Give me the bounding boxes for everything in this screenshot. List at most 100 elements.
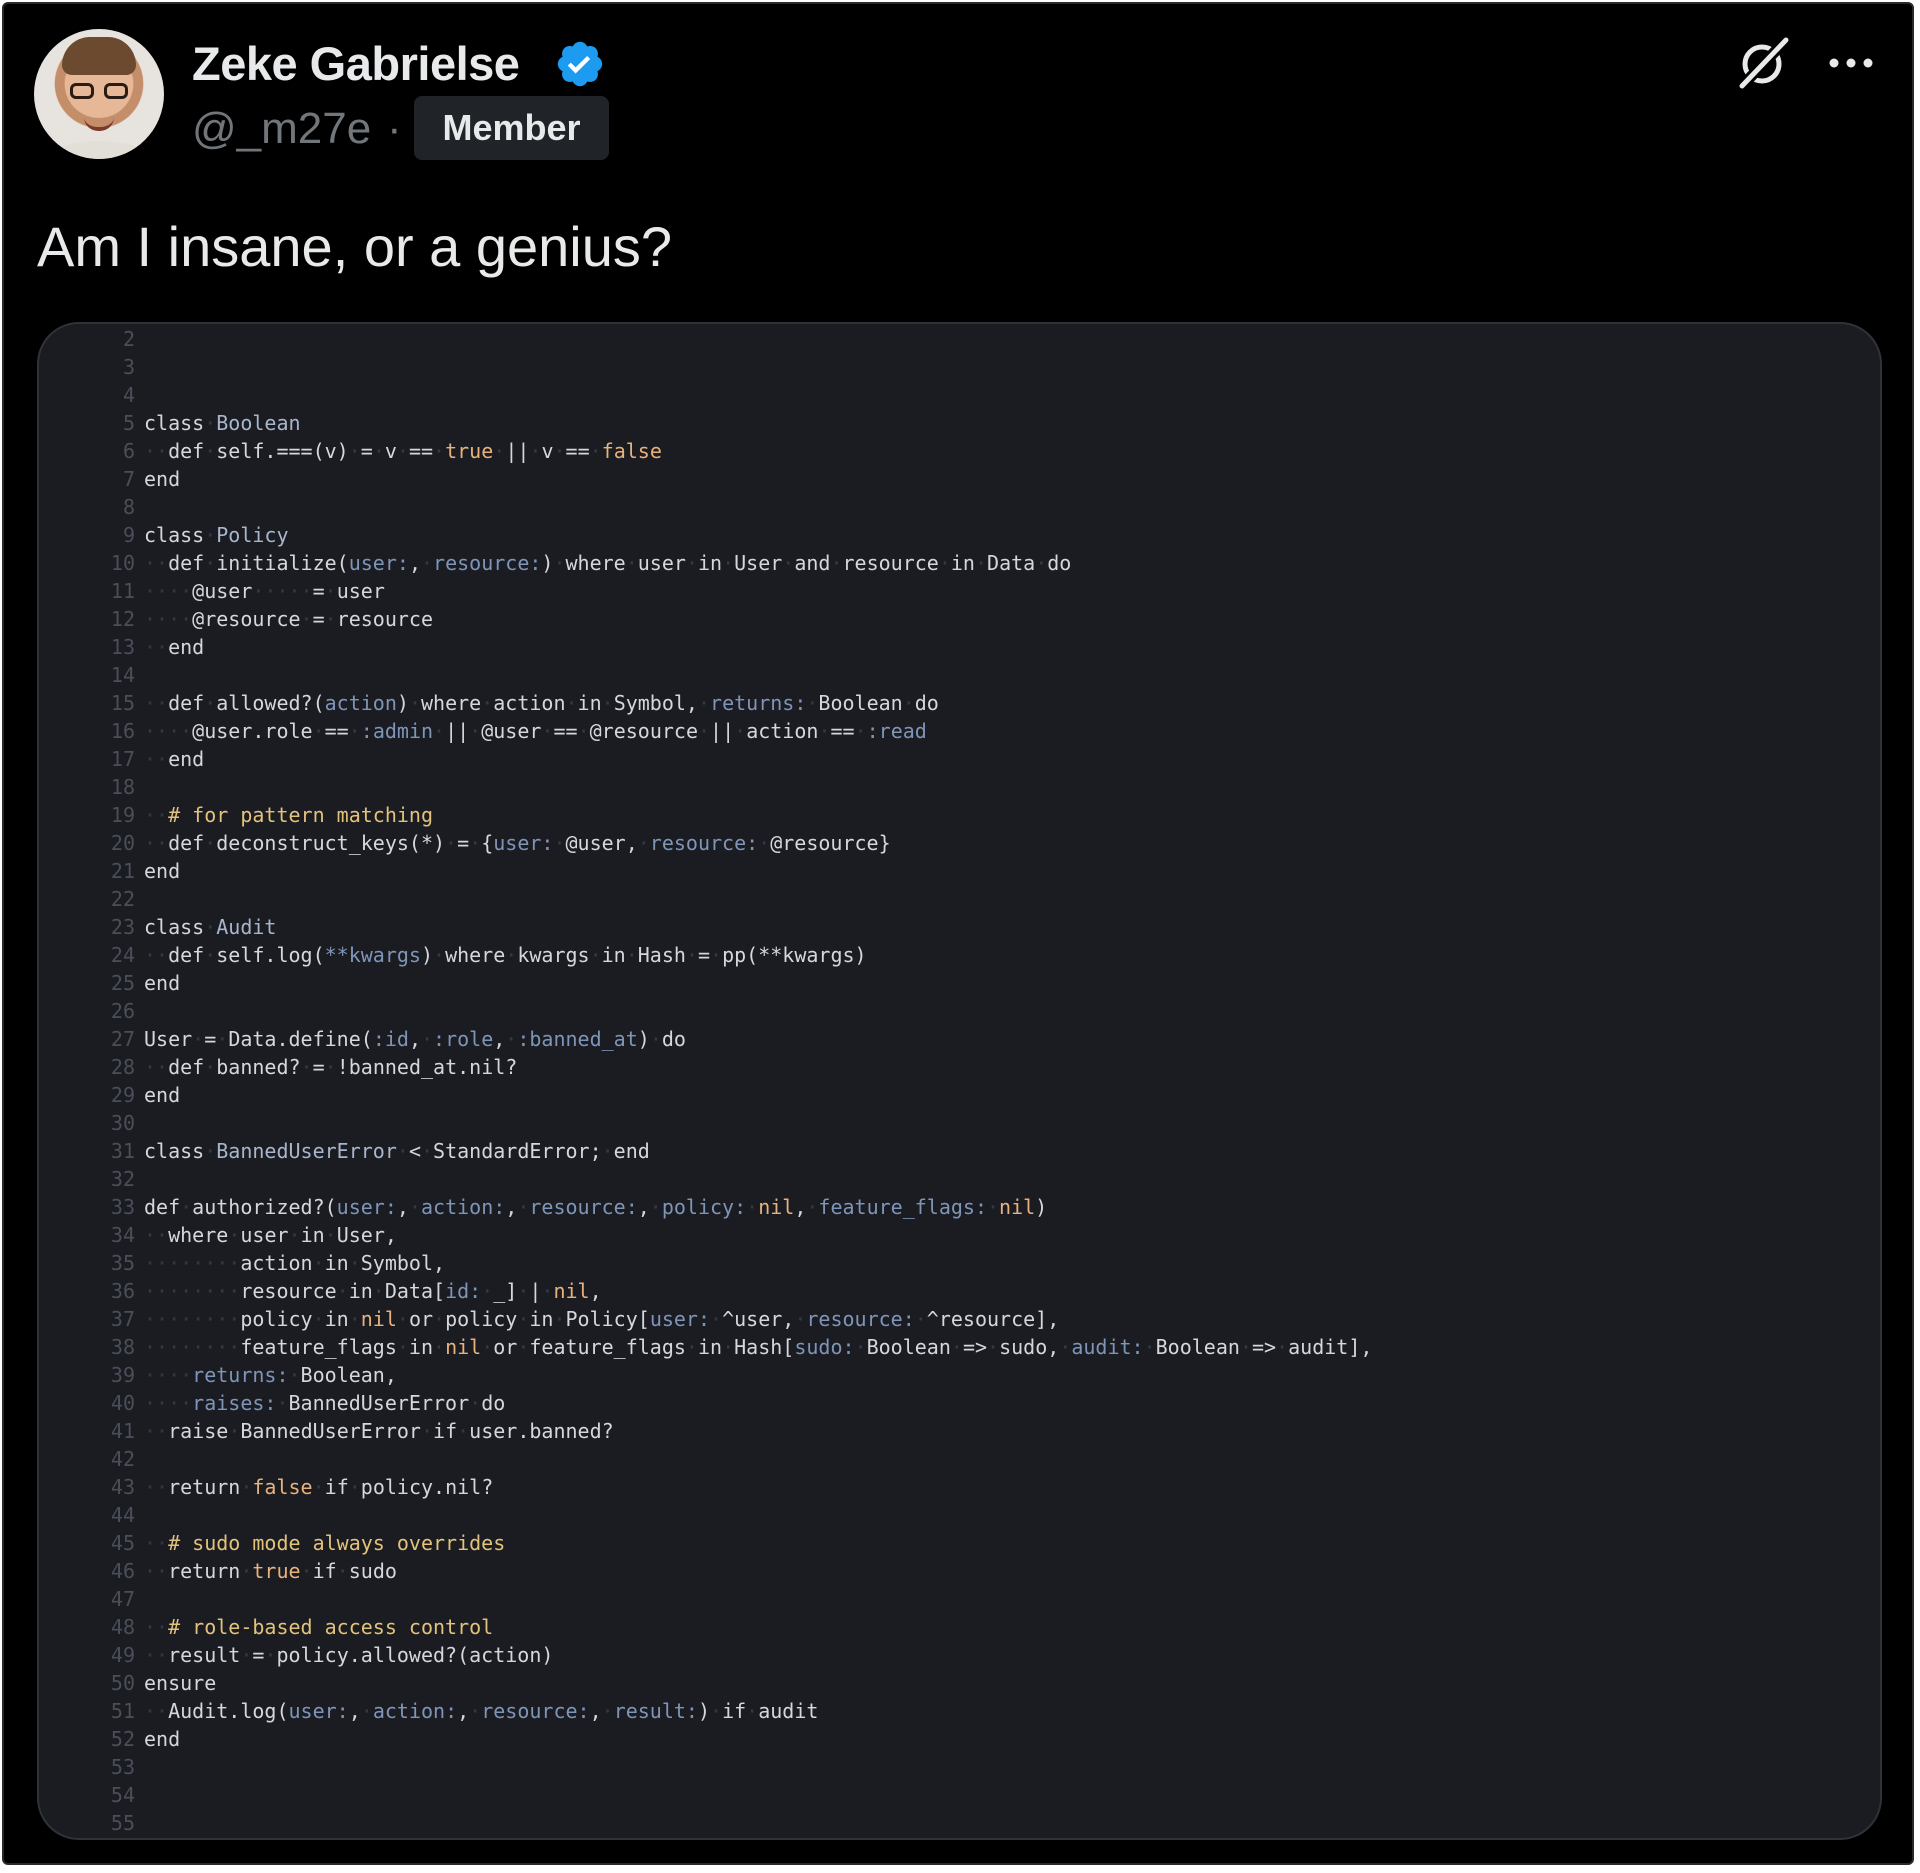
line-number: 46 — [110, 1559, 135, 1583]
code-text: end — [144, 969, 180, 997]
code-token: · — [493, 439, 506, 463]
code-token: :role — [433, 1027, 494, 1051]
code-token: · — [806, 1195, 819, 1219]
code-token: in — [324, 1307, 349, 1331]
code-text: ········policy·in·nil·or·policy·in·Polic… — [144, 1305, 1059, 1333]
code-token: false — [601, 439, 662, 463]
code-token: @user.role — [192, 719, 313, 743]
line-number: 25 — [110, 971, 135, 995]
code-token: do — [661, 1027, 686, 1051]
code-token: result — [168, 1643, 241, 1667]
verified-badge-icon — [557, 41, 603, 87]
code-token: · — [950, 1335, 963, 1359]
code-text: ··def·self.log(**kwargs)·where·kwargs·in… — [144, 941, 867, 969]
code-token: · — [204, 691, 217, 715]
code-token: user: — [348, 551, 409, 575]
code-token: · — [553, 551, 566, 575]
code-token: audit — [758, 1699, 819, 1723]
code-token: ·· — [144, 1531, 169, 1555]
code-token: · — [408, 691, 421, 715]
code-token: · — [685, 1335, 698, 1359]
code-token: · — [818, 719, 831, 743]
author-name[interactable]: Zeke Gabrielse — [192, 36, 520, 92]
code-token: self.log( — [216, 943, 325, 967]
code-text: ensure — [144, 1669, 216, 1697]
code-token: · — [649, 1195, 662, 1219]
code-token: , — [794, 1195, 807, 1219]
code-token: deconstruct_keys(*) — [216, 831, 446, 855]
code-token: User — [734, 551, 783, 575]
code-token: · — [433, 719, 446, 743]
post-text: Am I insane, or a genius? — [37, 215, 673, 278]
code-token: User — [144, 1027, 193, 1051]
code-token: sudo, — [999, 1335, 1060, 1359]
code-token: Hash — [637, 943, 686, 967]
code-token: ·· — [144, 747, 169, 771]
code-token: @user — [192, 579, 253, 603]
code-token: · — [360, 1699, 373, 1723]
code-token: user: — [336, 1195, 397, 1219]
code-token: do — [481, 1391, 506, 1415]
code-text: class·Audit — [144, 913, 276, 941]
code-token: · — [710, 1307, 723, 1331]
code-token: true — [252, 1559, 301, 1583]
code-token: · — [1035, 551, 1048, 575]
line-number: 15 — [110, 691, 135, 715]
code-token: · — [324, 1055, 337, 1079]
code-token: · — [433, 439, 446, 463]
code-token: · — [914, 1307, 927, 1331]
code-token: · — [794, 1307, 807, 1331]
member-badge[interactable]: Member — [414, 96, 609, 160]
code-token: class — [144, 1139, 205, 1163]
code-token: · — [734, 719, 747, 743]
code-token: = — [312, 1055, 325, 1079]
code-token: ·· — [144, 551, 169, 575]
code-token: @resource — [589, 719, 698, 743]
line-number: 43 — [110, 1475, 135, 1499]
code-token: ···· — [144, 1391, 193, 1415]
code-token: nil — [758, 1195, 795, 1219]
code-token: resource: — [529, 1195, 638, 1219]
code-token: ·· — [144, 803, 169, 827]
code-token: resource: — [433, 551, 542, 575]
line-number: 5 — [122, 411, 135, 435]
code-token: :banned_at — [517, 1027, 638, 1051]
grok-icon[interactable] — [1734, 34, 1794, 92]
code-token: · — [348, 439, 361, 463]
line-number: 22 — [110, 887, 135, 911]
code-token: self.===(v) — [216, 439, 349, 463]
line-number: 55 — [110, 1811, 135, 1835]
author-handle[interactable]: @_m27e — [192, 101, 371, 157]
code-token: do — [1047, 551, 1072, 575]
code-text: ··def·banned?·=·!banned_at.nil? — [144, 1053, 517, 1081]
line-number: 13 — [110, 635, 135, 659]
code-token: · — [649, 1027, 662, 1051]
code-token: = — [252, 1643, 265, 1667]
line-number: 20 — [110, 831, 135, 855]
code-token: ) — [396, 691, 409, 715]
code-token: def — [168, 1055, 205, 1079]
code-token: v — [541, 439, 554, 463]
code-token: · — [457, 1419, 470, 1443]
line-number: 44 — [110, 1503, 135, 1527]
code-token: · — [300, 1055, 313, 1079]
code-token: nil — [999, 1195, 1036, 1219]
code-token: · — [601, 1699, 614, 1723]
code-screenshot[interactable]: 2 3 4 5 class·Boolean 6 ··def·self.===(v)·=·v·… — [37, 322, 1882, 1840]
line-number: 51 — [110, 1699, 135, 1723]
code-token: · — [553, 831, 566, 855]
code-token: end — [144, 859, 181, 883]
code-token: · — [722, 1335, 735, 1359]
code-token: true — [445, 439, 494, 463]
avatar[interactable] — [34, 29, 164, 159]
line-number: 40 — [110, 1391, 135, 1415]
code-token: · — [396, 1335, 409, 1359]
code-token: · — [433, 1335, 446, 1359]
code-token: < — [408, 1139, 421, 1163]
code-token: · — [481, 691, 494, 715]
code-token: in — [529, 1307, 554, 1331]
more-options-icon[interactable] — [1826, 48, 1876, 78]
code-token: **kwargs — [324, 943, 421, 967]
code-token: allowed?( — [216, 691, 325, 715]
code-token: · — [685, 943, 698, 967]
